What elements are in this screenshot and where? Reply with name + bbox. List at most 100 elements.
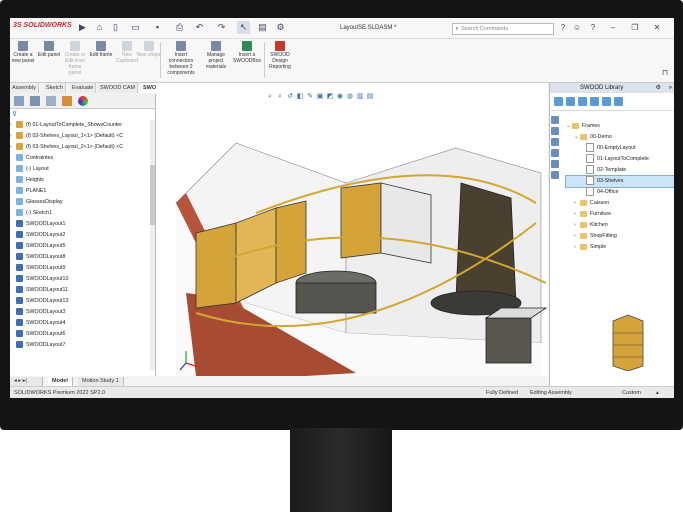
- edit-panel-button[interactable]: Edit panel: [36, 41, 62, 58]
- library-folder[interactable]: › Simple: [566, 242, 674, 253]
- close-icon[interactable]: ✕: [652, 22, 662, 33]
- tree-item[interactable]: SWOODLayout8: [10, 252, 150, 263]
- new-shape-button[interactable]: New shape: [136, 41, 162, 58]
- open-folder-icon[interactable]: ▭: [129, 21, 142, 34]
- tab-motion-study[interactable]: Motion Study 1: [78, 377, 124, 386]
- custom-icon[interactable]: [551, 171, 559, 179]
- view-settings-icon[interactable]: ▤: [366, 93, 374, 101]
- tab-assembly[interactable]: Assembly: [10, 83, 39, 93]
- library-folder[interactable]: › Furniture: [566, 209, 674, 220]
- expand-arrow-icon[interactable]: ▶: [76, 21, 89, 34]
- library-folder[interactable]: ⌄ 00-Demo: [566, 132, 674, 143]
- scene-icon[interactable]: ▥: [356, 93, 364, 101]
- zoom-area-icon[interactable]: ⌕: [276, 93, 284, 101]
- help-icon[interactable]: ?: [558, 22, 568, 33]
- previous-view-icon[interactable]: ↺: [286, 93, 294, 101]
- library-folder[interactable]: › Kitchen: [566, 220, 674, 231]
- home-icon[interactable]: ⌂: [93, 21, 106, 34]
- minimize-icon[interactable]: –: [608, 22, 618, 33]
- help-question-icon[interactable]: ?: [588, 22, 598, 33]
- palette-icon[interactable]: [551, 149, 559, 157]
- tree-item[interactable]: › (f) 03-Shelves_Layout_2<1> (Default) <C: [10, 142, 150, 153]
- tree-item[interactable]: Heights: [10, 175, 150, 186]
- library-tool-icon[interactable]: [554, 97, 563, 106]
- tree-item[interactable]: SWOODLayout10: [10, 274, 150, 285]
- library-tool-icon[interactable]: [602, 97, 611, 106]
- edit-appearance-icon[interactable]: ◍: [346, 93, 354, 101]
- tab-evaluate[interactable]: Evaluate: [70, 83, 97, 93]
- tree-item[interactable]: (-) Sketch1: [10, 208, 150, 219]
- display-style-icon[interactable]: ◩: [326, 93, 334, 101]
- graphics-viewport[interactable]: ⌕ ⌕ ↺ ◧ ✎ ▣ ◩ ◉ ◍ ▥ ▤: [156, 83, 548, 376]
- section-view-icon[interactable]: ◧: [296, 93, 304, 101]
- edit-frame-button[interactable]: Edit frame: [88, 41, 114, 58]
- expand-icon[interactable]: ▴: [656, 387, 659, 398]
- library-root[interactable]: ⌄ Frames: [566, 121, 674, 132]
- tab-model[interactable]: Model: [48, 377, 73, 386]
- new-document-icon[interactable]: ▯: [109, 21, 122, 34]
- hide-show-icon[interactable]: ◉: [336, 93, 344, 101]
- tree-item[interactable]: SWOODLayout13: [10, 296, 150, 307]
- configuration-icon[interactable]: [46, 96, 56, 106]
- tree-item[interactable]: SWOODLayout4: [10, 318, 150, 329]
- tree-scrollbar[interactable]: [150, 120, 155, 370]
- tree-item[interactable]: › (f) 03-Shelves_Layout_1<1> (Default) <C: [10, 131, 150, 142]
- tree-item[interactable]: SWOODLayout6: [10, 329, 150, 340]
- tab-nav-arrows[interactable]: ◂ ▸ ▸|: [10, 377, 43, 386]
- tree-item[interactable]: › (f) 01-LayoutToComplete_ShowsCounter: [10, 120, 150, 131]
- pin-icon[interactable]: ⊓: [660, 67, 670, 78]
- restore-icon[interactable]: ❐: [630, 22, 640, 33]
- filter-icon[interactable]: ⊽: [12, 110, 17, 118]
- feature-tree-icon[interactable]: [14, 96, 24, 106]
- scrollbar-thumb[interactable]: [150, 165, 155, 225]
- zoom-fit-icon[interactable]: ⌕: [266, 93, 274, 101]
- library-item-selected[interactable]: 03-Shelves: [565, 175, 674, 188]
- dimxpert-icon[interactable]: [62, 96, 72, 106]
- search-commands-input[interactable]: ⌕ Search Commands: [452, 23, 554, 35]
- insert-swoodbox-button[interactable]: Insert a SWOODBox: [232, 41, 262, 64]
- library-item[interactable]: 00-EmptyLayout: [566, 143, 674, 154]
- pin-icon[interactable]: »: [669, 83, 672, 93]
- library-item[interactable]: 02-Template: [566, 165, 674, 176]
- status-units[interactable]: Custom: [622, 387, 641, 398]
- library-folder[interactable]: › ShopFitting: [566, 231, 674, 242]
- tree-item[interactable]: SWOODLayout7: [10, 340, 150, 351]
- tab-swood-cam[interactable]: SWOOD CAM: [98, 83, 139, 93]
- tree-item[interactable]: SWOODLayout1: [10, 219, 150, 230]
- manage-materials-button[interactable]: Manage project materials: [202, 41, 230, 70]
- tree-item[interactable]: (-) Layout: [10, 164, 150, 175]
- library-folder[interactable]: › Caisson: [566, 198, 674, 209]
- folder-icon[interactable]: [551, 138, 559, 146]
- swood-reporting-button[interactable]: SWOOD Design Reporting: [266, 41, 294, 70]
- tree-item[interactable]: SWOODLayout9: [10, 263, 150, 274]
- tree-item[interactable]: PLANE1: [10, 186, 150, 197]
- tree-item[interactable]: SWOODLayout11: [10, 285, 150, 296]
- tab-sketch[interactable]: Sketch: [44, 83, 66, 93]
- library-tool-icon[interactable]: [578, 97, 587, 106]
- library-tool-icon[interactable]: [614, 97, 623, 106]
- options-gear-icon[interactable]: ⚙: [274, 21, 287, 34]
- tree-item[interactable]: Contraintes: [10, 153, 150, 164]
- library-tool-icon[interactable]: [566, 97, 575, 106]
- home-icon[interactable]: [551, 116, 559, 124]
- tree-item[interactable]: SWOODLayout2: [10, 230, 150, 241]
- library-icon[interactable]: [551, 127, 559, 135]
- tree-item[interactable]: GlassesDisplay: [10, 197, 150, 208]
- appearance-icon[interactable]: [78, 96, 88, 106]
- select-cursor-icon[interactable]: ↖: [237, 21, 250, 34]
- view-orientation-icon[interactable]: ▣: [316, 93, 324, 101]
- dynamic-annotation-icon[interactable]: ✎: [306, 93, 314, 101]
- library-item[interactable]: 01-LayoutToComplete: [566, 154, 674, 165]
- library-item[interactable]: 04-Office: [566, 187, 674, 198]
- settings-icon[interactable]: ⚙: [656, 83, 661, 93]
- print-icon[interactable]: ⎙: [173, 21, 186, 34]
- library-tool-icon[interactable]: [590, 97, 599, 106]
- rebuild-icon[interactable]: ▤: [256, 21, 269, 34]
- user-icon[interactable]: ☺: [572, 22, 582, 33]
- redo-icon[interactable]: ↷: [215, 21, 228, 34]
- tree-item[interactable]: SWOODLayout5: [10, 241, 150, 252]
- property-manager-icon[interactable]: [30, 96, 40, 106]
- list-icon[interactable]: [551, 160, 559, 168]
- insert-connectors-button[interactable]: Insert connectors between 2 components: [162, 41, 200, 76]
- undo-icon[interactable]: ↶: [193, 21, 206, 34]
